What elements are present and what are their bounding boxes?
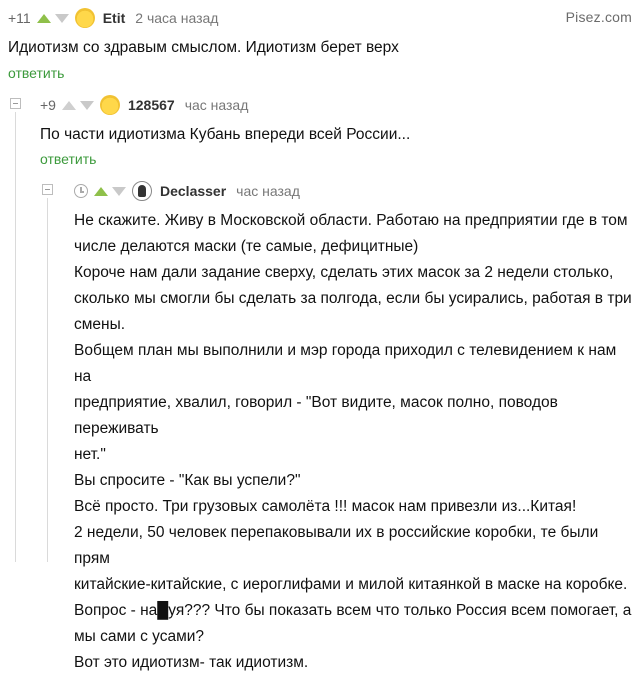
- comment-2-header: +9 128567 час назад: [40, 95, 248, 115]
- comment-line: сколько мы смогли бы сделать за полгода,…: [74, 290, 632, 307]
- avatar[interactable]: [99, 95, 120, 115]
- collapse-thread-button[interactable]: [42, 184, 53, 195]
- comment-line: 2 недели, 50 человек перепаковывали их в…: [74, 524, 599, 567]
- comment-line: числе делаются маски (те самые, дефицитн…: [74, 238, 419, 255]
- downvote-icon[interactable]: [112, 186, 126, 196]
- comment-line: Не скажите. Живу в Московской области. Р…: [74, 212, 628, 229]
- comment-line: смены.: [74, 316, 126, 333]
- comment-1-header: +11 Etit 2 часа назад: [8, 8, 218, 28]
- avatar[interactable]: [74, 8, 95, 28]
- thread-line: [47, 198, 48, 562]
- comment-1-text: Идиотизм со здравым смыслом. Идиотизм бе…: [8, 39, 399, 56]
- upvote-icon[interactable]: [61, 100, 76, 110]
- comment-1-reply-link[interactable]: ответить: [8, 65, 64, 81]
- comment-2-text: По части идиотизма Кубань впереди всей Р…: [40, 126, 411, 143]
- comment-3-user[interactable]: Declasser: [160, 183, 226, 199]
- downvote-icon[interactable]: [79, 100, 94, 110]
- comment-line: мы сами с усами?: [74, 628, 205, 645]
- watermark: Pisez.com: [565, 9, 632, 25]
- downvote-icon[interactable]: [54, 13, 69, 23]
- comment-line: Вы спросите - "Как вы успели?": [74, 472, 301, 489]
- comment-1-user[interactable]: Etit: [103, 10, 126, 26]
- clock-icon: [74, 184, 88, 198]
- comment-3-time[interactable]: час назад: [236, 183, 300, 199]
- thread-line: [15, 112, 16, 562]
- comment-3-header: Declasser час назад: [74, 181, 300, 201]
- collapse-thread-button[interactable]: [10, 98, 21, 109]
- comment-2-score: +9: [40, 97, 56, 113]
- comment-line: Короче нам дали задание сверху, сделать …: [74, 264, 614, 281]
- comment-2-reply-link[interactable]: ответить: [40, 151, 96, 167]
- comment-1-score: +11: [8, 10, 31, 26]
- comment-line: предприятие, хвалил, говорил - "Вот види…: [74, 394, 558, 437]
- comment-line: китайские-китайские, с иероглифами и мил…: [74, 576, 628, 593]
- comment-2-time[interactable]: час назад: [185, 97, 249, 113]
- comment-line: Вобщем план мы выполнили и мэр города пр…: [74, 342, 617, 385]
- comment-line: Вот это идиотизм- так идиотизм.: [74, 654, 309, 671]
- comment-line: нет.": [74, 446, 106, 463]
- comment-2-user[interactable]: 128567: [128, 97, 175, 113]
- comment-1-time[interactable]: 2 часа назад: [135, 10, 218, 26]
- comment-line: Всё просто. Три грузовых самолёта !!! ма…: [74, 498, 577, 515]
- upvote-icon[interactable]: [94, 186, 108, 196]
- avatar[interactable]: [132, 181, 152, 201]
- comment-3-text: Не скажите. Живу в Московской области. Р…: [74, 208, 634, 676]
- upvote-icon[interactable]: [36, 13, 51, 23]
- comment-line: Вопрос - на█уя??? Что бы показать всем ч…: [74, 602, 632, 619]
